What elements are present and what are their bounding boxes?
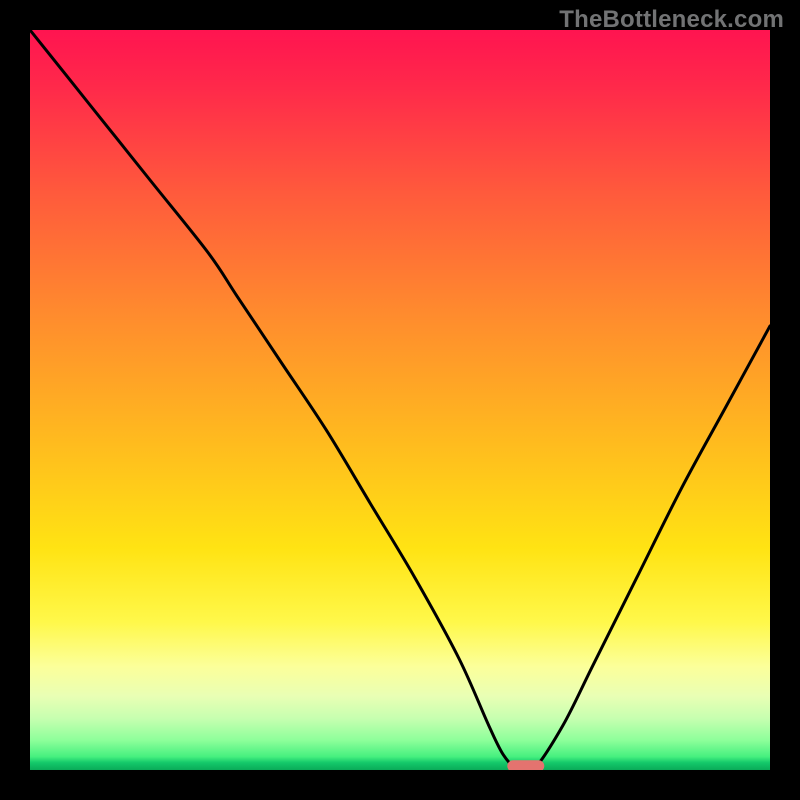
curve-layer xyxy=(30,30,770,770)
chart-frame: TheBottleneck.com xyxy=(0,0,800,800)
watermark-text: TheBottleneck.com xyxy=(559,6,784,34)
plot-area xyxy=(30,30,770,770)
optimal-marker xyxy=(507,760,544,770)
bottleneck-curve xyxy=(30,30,770,770)
